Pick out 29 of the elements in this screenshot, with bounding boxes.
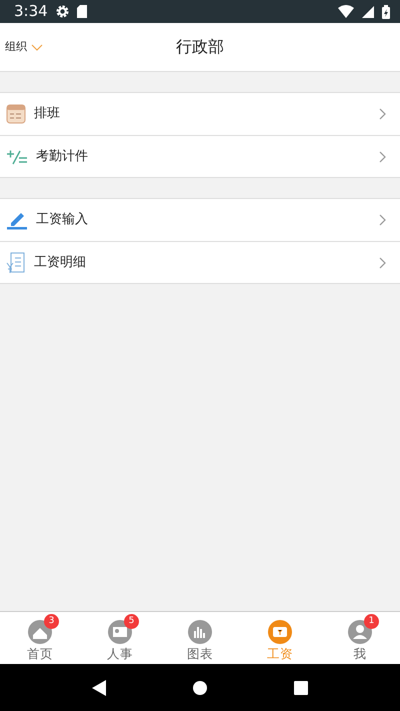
clock-time: 3:34 xyxy=(14,1,48,22)
badge-count: 5 xyxy=(124,614,139,629)
chevron-down-icon xyxy=(31,44,43,50)
bar-chart-icon xyxy=(187,618,213,645)
calendar-icon xyxy=(6,104,26,124)
chevron-right-icon xyxy=(379,256,386,268)
ticket-icon xyxy=(267,618,293,645)
pen-icon xyxy=(6,210,28,230)
tab-item[interactable]: 人事 5 xyxy=(80,612,160,664)
document-yen-icon xyxy=(6,252,26,274)
page-title: 行政部 xyxy=(176,36,224,58)
badge-count: 3 xyxy=(44,614,59,629)
wifi-icon xyxy=(338,5,354,18)
chevron-right-icon xyxy=(379,108,386,120)
back-icon[interactable] xyxy=(92,680,106,696)
tab-item[interactable]: 图表 xyxy=(160,612,240,664)
signal-icon xyxy=(362,6,374,18)
battery-icon xyxy=(382,4,390,18)
recents-icon[interactable] xyxy=(294,680,308,694)
chevron-right-icon xyxy=(379,150,386,162)
home-icon[interactable] xyxy=(192,680,207,694)
sd-card-icon xyxy=(76,5,87,18)
tab-item[interactable]: 我 1 xyxy=(320,612,400,664)
tab-item[interactable]: 首页 3 xyxy=(0,612,80,664)
plus-divide-icon xyxy=(6,148,28,164)
organization-dropdown[interactable]: 组织 xyxy=(5,23,43,71)
chevron-right-icon xyxy=(379,214,386,226)
badge-count: 1 xyxy=(364,614,379,629)
gear-icon xyxy=(56,5,69,18)
